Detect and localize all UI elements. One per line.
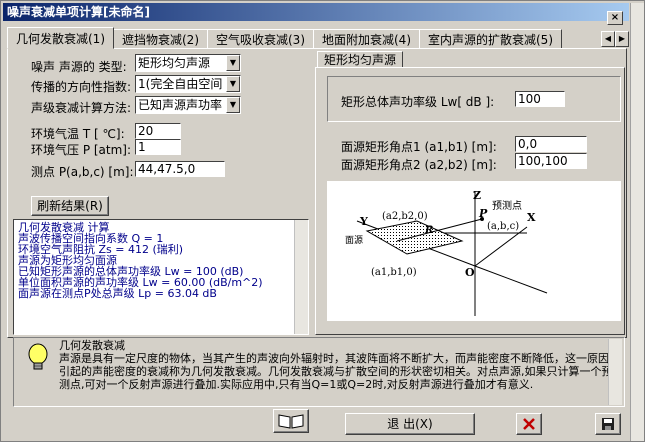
source-type-label: 噪声 声源的 类型: <box>31 60 127 74</box>
tab-scroll-arrows: ◀ ▶ <box>601 31 629 47</box>
subtab-rect-source[interactable]: 矩形均匀声源 <box>317 51 404 68</box>
book-icon <box>278 414 304 429</box>
tab-barrier[interactable]: 遮挡物衰减(2) <box>113 29 208 49</box>
temp-label: 环境气温 T [ ℃]: <box>31 127 125 141</box>
y-axis-label: Y <box>359 215 368 228</box>
tab-geometric[interactable]: 几何发散衰减(1) <box>7 27 114 49</box>
directivity-select[interactable]: 1(完全自由空间 ▼ <box>135 75 241 93</box>
temp-input[interactable]: 20 <box>135 123 181 139</box>
lightbulb-icon <box>28 343 48 370</box>
p-desc-label: 预测点 <box>492 199 522 212</box>
abc-label: (a,b,c) <box>487 221 519 232</box>
x-axis-label: X <box>527 211 536 224</box>
corner2-label: 面源矩形角点2 (a2,b2) [m]: <box>341 158 497 172</box>
pressure-label: 环境气压 P [atm]: <box>31 143 132 157</box>
power-label: 矩形总体声功率级 Lw[ dB ]: <box>341 95 495 109</box>
x-icon <box>523 418 535 430</box>
pressure-input[interactable]: 1 <box>135 139 181 155</box>
p-label: P <box>478 207 488 220</box>
point-label: 测点 P(a,b,c) [m]: <box>31 165 134 179</box>
a2b2-label: (a2,b2,0) <box>382 211 428 222</box>
app-window: 噪声衰减单项计算[未命名] × 几何发散衰减(1) 遮挡物衰减(2) 空气吸收衰… <box>0 0 645 442</box>
diagram-svg: Z X Y O P 预测点 (a,b,c) (a2,b2,0) (a1,b1,0… <box>345 189 548 316</box>
power-input[interactable]: 100 <box>515 91 565 107</box>
tab-right-arrow-icon[interactable]: ▶ <box>615 31 629 47</box>
description-text[interactable]: 几何发散衰减 声源是具有一定尺度的物体，当其产生的声波向外辐射时，其波阵面将不断… <box>57 339 617 403</box>
geometry-diagram: Z X Y O P 预测点 (a,b,c) (a2,b2,0) (a1,b1,0… <box>327 181 621 321</box>
description-body: 声源是具有一定尺度的物体，当其产生的声波向外辐射时，其波阵面将不断扩大，而声能密… <box>59 352 613 391</box>
r-label: R <box>424 225 433 236</box>
source-type-select[interactable]: 矩形均匀声源 ▼ <box>135 54 241 72</box>
dropdown-arrow-icon[interactable]: ▼ <box>226 55 240 71</box>
a1b1-label: (a1,b1,0) <box>371 267 417 278</box>
floppy-disk-icon <box>602 418 614 430</box>
window-scrollbar[interactable] <box>630 3 644 441</box>
cancel-button[interactable] <box>516 413 542 435</box>
method-label: 声级衰减计算方法: <box>31 101 132 115</box>
directivity-label: 传播的方向性指数: <box>31 80 132 94</box>
description-title: 几何发散衰减 <box>59 339 125 352</box>
refresh-button[interactable]: 刷新结果(R) <box>31 196 109 216</box>
result-line: 面声源在测点P处总声级 Lp = 63.04 dB <box>18 287 217 300</box>
corner1-label: 面源矩形角点1 (a1,b1) [m]: <box>341 140 497 154</box>
source-label: 面源 <box>345 235 363 246</box>
exit-button[interactable]: 退 出(X) <box>345 413 475 435</box>
dropdown-arrow-icon[interactable]: ▼ <box>226 76 240 92</box>
tab-ground[interactable]: 地面附加衰减(4) <box>313 29 420 49</box>
help-book-button[interactable] <box>273 409 309 433</box>
tab-left-arrow-icon[interactable]: ◀ <box>601 31 615 47</box>
corner1-input[interactable]: 0,0 <box>515 136 587 152</box>
origin-label: O <box>465 266 475 279</box>
tab-indoor[interactable]: 室内声源的扩散衰减(5) <box>419 29 562 49</box>
close-button[interactable]: × <box>607 11 623 25</box>
results-box[interactable]: 几何发散衰减 计算 声波传播空间指向系数 Q = 1 环境空气声阻抗 Zs = … <box>13 219 309 335</box>
save-button[interactable] <box>595 413 621 435</box>
dropdown-arrow-icon[interactable]: ▼ <box>226 97 240 113</box>
diag-line <box>474 265 548 294</box>
method-select[interactable]: 已知声源声功率 ▼ <box>135 96 241 114</box>
point-input[interactable]: 44,47.5,0 <box>135 161 225 177</box>
window-title: 噪声衰减单项计算[未命名] <box>3 3 629 21</box>
results-scrollbar[interactable] <box>294 220 308 334</box>
tab-air-absorption[interactable]: 空气吸收衰减(3) <box>207 29 314 49</box>
area-source-shape <box>365 220 464 255</box>
corner2-input[interactable]: 100,100 <box>515 153 587 169</box>
z-axis-label: Z <box>473 189 481 202</box>
description-scrollbar[interactable] <box>608 339 622 405</box>
tab-bar: 几何发散衰减(1) 遮挡物衰减(2) 空气吸收衰减(3) 地面附加衰减(4) 室… <box>7 27 562 49</box>
